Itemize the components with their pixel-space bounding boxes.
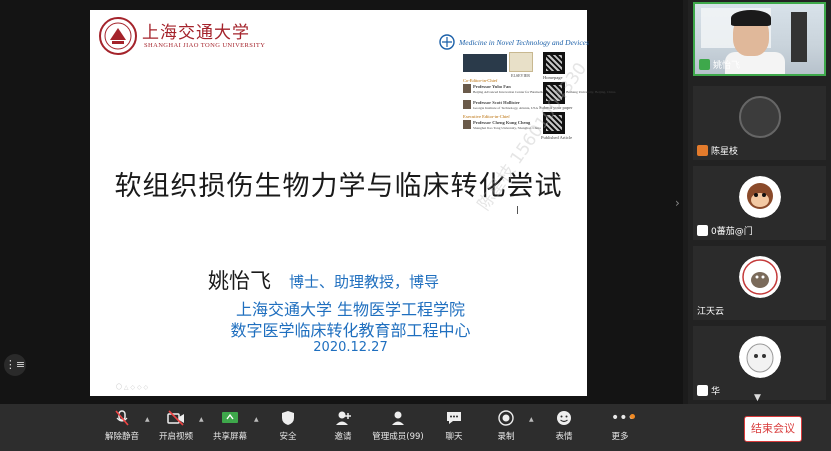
qr-label-published: Published Article [541, 135, 573, 140]
participant-panel: 姚怡飞 陈星枝 0蕃茄@门 江天云 华 ▼ [688, 0, 831, 404]
participant-tile[interactable]: 华 [693, 326, 826, 400]
manage-members-label: 管理成员(99) [372, 432, 424, 442]
record-button[interactable]: 录制 [480, 410, 532, 442]
presentation-slide: 上海交通大学 SHANGHAI JIAO TONG UNIVERSITY Med… [90, 10, 615, 396]
mic-muted-icon [115, 410, 129, 426]
journal-title: Medicine in Novel Technology and Devices [459, 38, 589, 47]
participant-tile[interactable]: 姚怡飞 [693, 2, 826, 76]
participant-photo [738, 96, 781, 138]
sjtu-logo-icon [99, 17, 137, 55]
editor-role-label: Co-Editor-in-Chief [463, 78, 498, 83]
start-video-label: 开启视频 [158, 432, 193, 442]
share-options-caret-icon[interactable]: ▲ [254, 416, 259, 423]
university-name-cn: 上海交通大学 [142, 23, 250, 43]
invite-button[interactable]: 邀请 [317, 410, 369, 442]
share-screen-icon [222, 412, 238, 423]
editor-photo [463, 120, 471, 129]
participant-label: 江天云 [697, 304, 724, 317]
meeting-window: 上海交通大学 SHANGHAI JIAO TONG UNIVERSITY Med… [0, 0, 831, 451]
editor-photo [463, 100, 471, 109]
add-user-icon [336, 411, 351, 425]
user-avatar-icon [697, 145, 708, 156]
author-title: 博士、助理教授，博导 [289, 273, 440, 291]
person-hair [731, 10, 771, 26]
more-dots-icon: ••• [611, 410, 636, 426]
participant-label: 姚怡飞 [699, 58, 740, 71]
manage-members-button[interactable]: 管理成员(99) [372, 410, 424, 442]
panel-collapse-icon[interactable]: › [675, 196, 680, 210]
smile-icon [557, 411, 571, 425]
shared-screen-area: 上海交通大学 SHANGHAI JIAO TONG UNIVERSITY Med… [0, 0, 683, 404]
journal-cover-image [463, 54, 507, 72]
record-icon [498, 410, 514, 426]
reactions-label: 表情 [555, 432, 573, 442]
members-icon [392, 411, 404, 425]
participant-tile[interactable]: 陈星枝 [693, 86, 826, 160]
editor-name: Professor Yubo Fan [473, 84, 511, 89]
notification-dot [630, 414, 635, 419]
monkey-avatar-icon [738, 176, 781, 218]
reactions-button[interactable]: 表情 [538, 410, 590, 442]
scroll-down-icon[interactable]: ▼ [754, 393, 761, 403]
author-name: 姚怡飞 [208, 269, 271, 293]
unmute-button[interactable]: 解除静音 [96, 410, 148, 442]
participant-name: 陈星枝 [711, 147, 739, 157]
participant-label: 0蕃茄@门 [697, 224, 753, 237]
mic-on-icon [699, 59, 710, 70]
presentation-date: 2020.12.27 [313, 340, 388, 355]
participant-tile[interactable]: 江天云 [693, 246, 826, 320]
shield-icon [282, 411, 294, 425]
chat-button[interactable]: 聊天 [428, 410, 480, 442]
more-label: 更多 [611, 432, 629, 442]
mic-off-icon [697, 225, 708, 236]
more-button[interactable]: ••• 更多 [594, 410, 646, 442]
cartoon-avatar-icon [738, 256, 781, 298]
editor-affiliation: Georgia Institute of Technology, Atlanta… [473, 106, 539, 110]
university-name-en: SHANGHAI JIAO TONG UNIVERSITY [144, 42, 266, 49]
journal-logo-icon [439, 34, 455, 50]
end-meeting-button[interactable]: 结束会议 [744, 416, 802, 442]
unmute-label: 解除静音 [104, 432, 139, 442]
invite-label: 邀请 [334, 432, 352, 442]
editor-role-label: Executive Editor-in-Chief [463, 114, 510, 119]
slide-footer-mark: 〇 △ ◇ ◇ ◇ [116, 384, 149, 391]
participant-name: 华 [711, 387, 721, 397]
chat-label: 聊天 [445, 432, 463, 442]
ghost-avatar-icon [738, 336, 781, 378]
video-off-icon [167, 410, 184, 426]
security-button[interactable]: 安全 [262, 410, 314, 442]
security-label: 安全 [279, 432, 297, 442]
share-options-handle[interactable]: ⋮≡ [4, 354, 26, 376]
share-screen-label: 共享屏幕 [212, 432, 247, 442]
participant-name: 姚怡飞 [713, 61, 741, 71]
editor-name: Professor Scott Hollister [473, 100, 520, 105]
mouse-cursor-icon [517, 206, 523, 214]
mic-off-icon [697, 385, 708, 396]
participant-label: 华 [697, 384, 720, 397]
participant-label: 陈星枝 [697, 144, 738, 157]
meeting-toolbar: 解除静音 ▲ 开启视频 ▲ 共享屏幕 ▲ 安全 邀请 管理成员(99) 聊天 录… [0, 404, 831, 451]
elsevier-logo-icon [509, 52, 533, 72]
participant-name: 0蕃茄@门 [711, 227, 753, 237]
start-video-button[interactable]: 开启视频 [150, 410, 202, 442]
chat-icon [447, 412, 461, 424]
video-background-qr [791, 12, 807, 62]
affiliation-center: 数字医学临床转化教育部工程中心 [230, 321, 471, 340]
share-screen-button[interactable]: 共享屏幕 [204, 410, 256, 442]
video-options-caret-icon[interactable]: ▲ [199, 416, 204, 423]
record-options-caret-icon[interactable]: ▲ [529, 416, 534, 423]
editor-photo [463, 84, 471, 93]
participant-name: 江天云 [697, 307, 725, 317]
participant-tile[interactable]: 0蕃茄@门 [693, 166, 826, 240]
publisher-label: ELSEVIER [511, 73, 530, 78]
audio-options-caret-icon[interactable]: ▲ [145, 416, 150, 423]
record-label: 录制 [497, 432, 515, 442]
